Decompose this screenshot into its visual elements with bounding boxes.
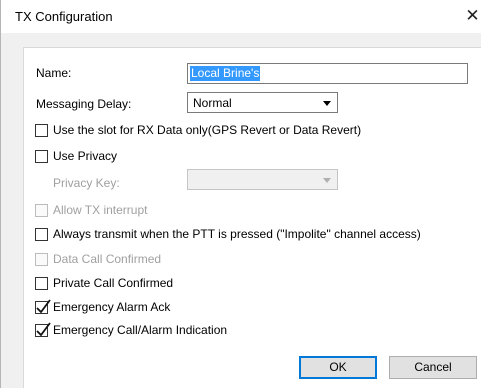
checkmark-icon xyxy=(36,322,51,337)
name-label: Name: xyxy=(36,66,72,80)
use-privacy-label: Use Privacy xyxy=(53,149,118,163)
rx-data-only-label: Use the slot for RX Data only(GPS Revert… xyxy=(53,123,362,137)
name-field-value: Local Brine's xyxy=(190,66,261,81)
rx-data-only-checkbox[interactable] xyxy=(35,124,48,137)
messaging-delay-label: Messaging Delay: xyxy=(36,97,132,111)
name-field[interactable]: Local Brine's xyxy=(187,63,468,84)
emergency-call-alarm-indication-checkbox[interactable] xyxy=(35,322,51,337)
messaging-delay-select[interactable]: Normal xyxy=(187,92,338,113)
data-call-confirmed-label: Data Call Confirmed xyxy=(53,252,162,266)
dialog-title: TX Configuration xyxy=(15,9,113,24)
messaging-delay-value: Normal xyxy=(193,96,232,110)
chevron-down-icon xyxy=(323,101,331,106)
privacy-key-select[interactable] xyxy=(187,169,338,190)
cancel-button[interactable]: Cancel xyxy=(389,356,477,379)
data-call-confirmed-checkbox[interactable] xyxy=(35,253,48,266)
ok-button[interactable]: OK xyxy=(299,356,377,379)
chevron-down-icon xyxy=(323,178,331,183)
emergency-call-alarm-indication-label: Emergency Call/Alarm Indication xyxy=(53,323,228,337)
use-privacy-checkbox[interactable] xyxy=(35,150,48,163)
privacy-key-label: Privacy Key: xyxy=(53,176,120,190)
allow-tx-interrupt-checkbox[interactable] xyxy=(35,204,48,217)
private-call-confirmed-label: Private Call Confirmed xyxy=(53,276,174,290)
allow-tx-interrupt-label: Allow TX interrupt xyxy=(53,203,148,217)
checkmark-icon xyxy=(36,299,51,314)
impolite-channel-access-checkbox[interactable] xyxy=(35,228,48,241)
tx-configuration-dialog: TX Configuration ✕ Name: Local Brine's M… xyxy=(0,0,481,388)
close-icon[interactable]: ✕ xyxy=(463,6,481,26)
private-call-confirmed-checkbox[interactable] xyxy=(35,277,48,290)
title-bar: TX Configuration ✕ xyxy=(1,0,481,33)
impolite-channel-access-label: Always transmit when the PTT is pressed … xyxy=(53,227,421,241)
emergency-alarm-ack-label: Emergency Alarm Ack xyxy=(53,300,171,314)
emergency-alarm-ack-checkbox[interactable] xyxy=(35,299,51,314)
